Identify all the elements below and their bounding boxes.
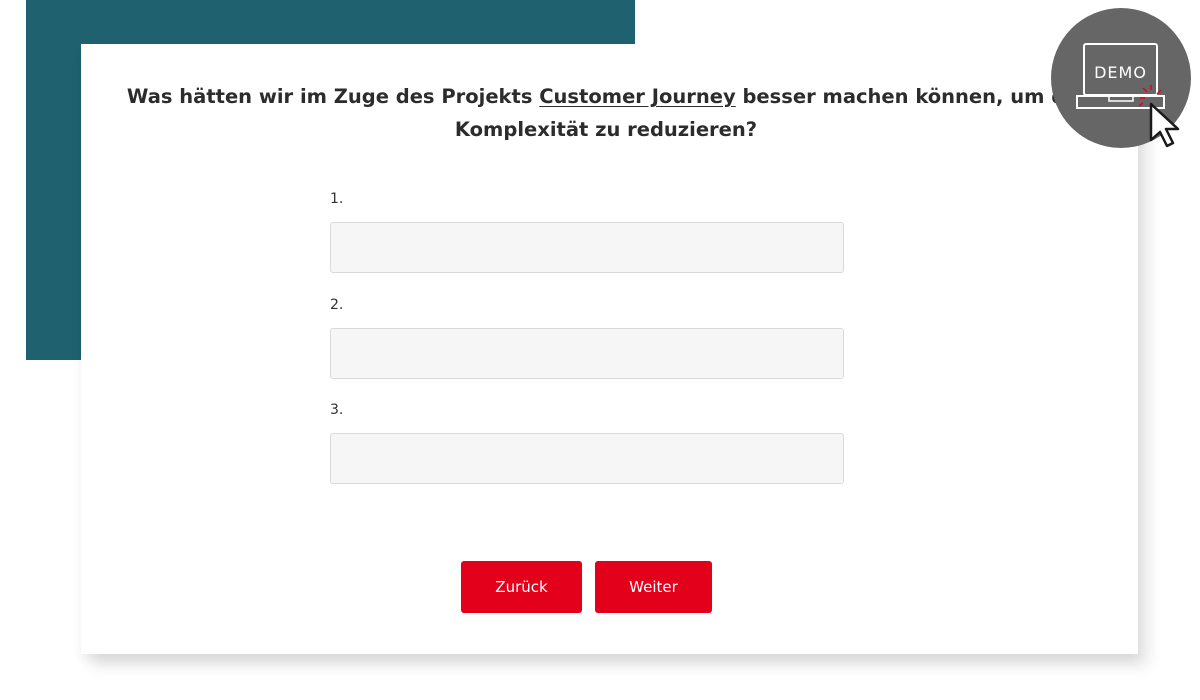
answer-field-3: 3. bbox=[330, 399, 844, 484]
answer-field-2: 2. bbox=[330, 294, 844, 379]
answer-label-3: 3. bbox=[330, 402, 344, 418]
laptop-cursor-icon: DEMO bbox=[1051, 8, 1191, 148]
answer-input-1[interactable] bbox=[330, 222, 844, 273]
question-heading: Was hätten wir im Zuge des Projekts Cust… bbox=[121, 80, 1091, 146]
next-button[interactable]: Weiter bbox=[595, 561, 712, 613]
survey-card: Was hätten wir im Zuge des Projekts Cust… bbox=[81, 44, 1138, 654]
demo-badge[interactable]: DEMO bbox=[1051, 8, 1191, 148]
answer-input-2[interactable] bbox=[330, 328, 844, 379]
answer-label-2: 2. bbox=[330, 297, 344, 313]
answer-field-1: 1. bbox=[330, 188, 844, 273]
answer-label-1: 1. bbox=[330, 191, 344, 207]
back-button[interactable]: Zurück bbox=[461, 561, 582, 613]
question-prefix: Was hätten wir im Zuge des Projekts bbox=[126, 85, 540, 108]
demo-label: DEMO bbox=[1094, 63, 1147, 82]
customer-journey-link[interactable]: Customer Journey bbox=[539, 85, 735, 108]
answer-input-3[interactable] bbox=[330, 433, 844, 484]
